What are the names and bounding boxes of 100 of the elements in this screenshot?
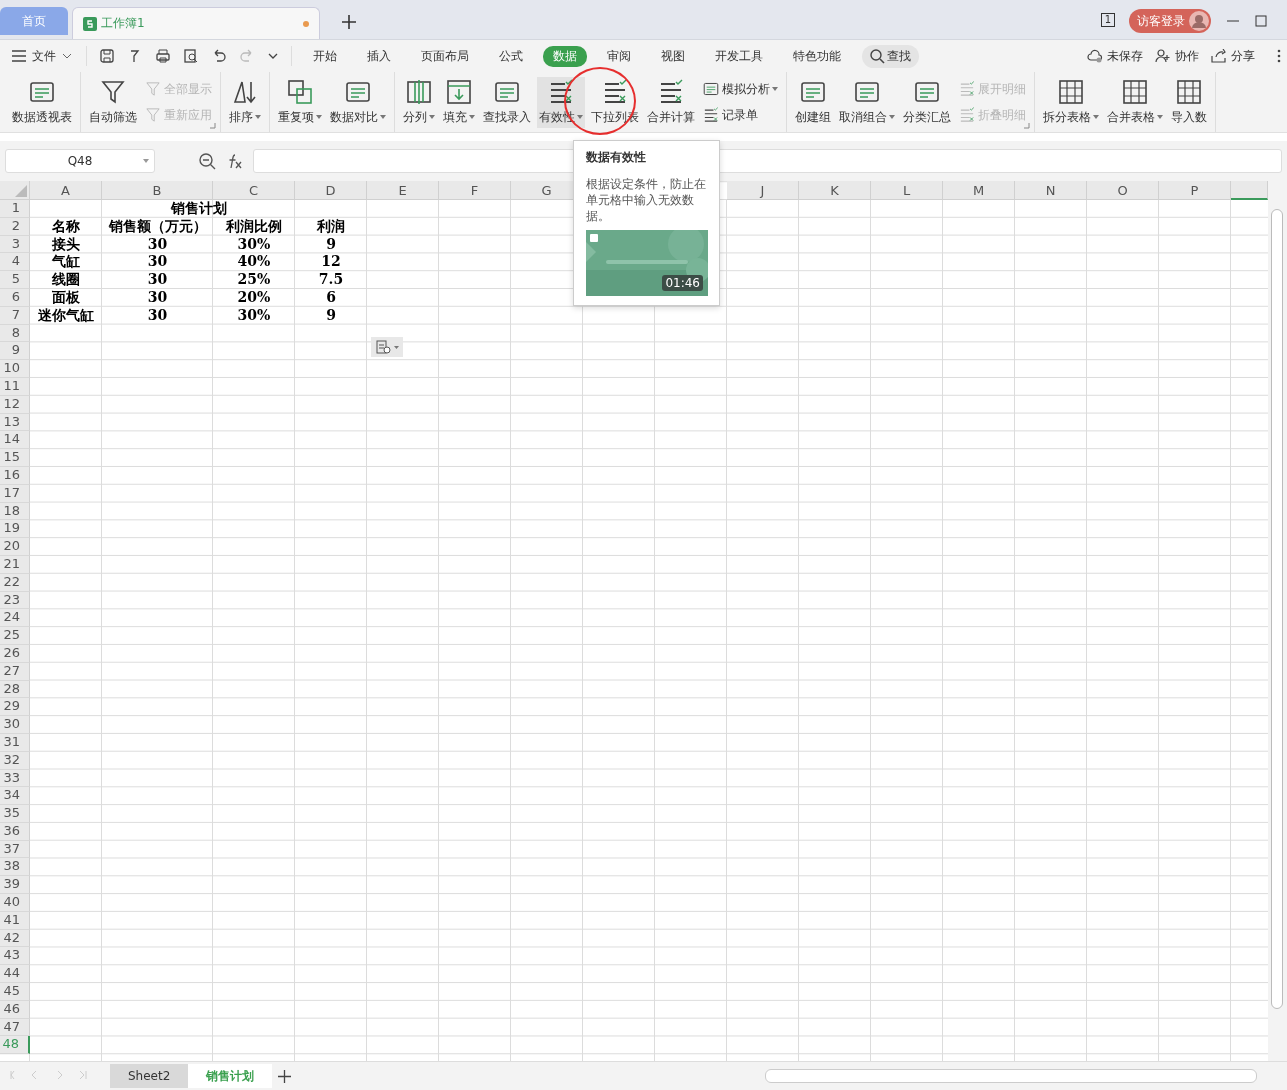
menu-icon: [12, 50, 26, 62]
row-header[interactable]: 38: [0, 858, 30, 877]
column-header[interactable]: L: [871, 181, 943, 200]
row-header[interactable]: 30: [0, 716, 30, 734]
name-box[interactable]: Q48: [5, 149, 155, 173]
row-header[interactable]: 29: [0, 698, 30, 717]
login-button[interactable]: 访客登录: [1129, 9, 1211, 33]
ribbon-button[interactable]: 记录单: [701, 104, 780, 126]
table-cell-text: 利润: [316, 217, 346, 236]
column-header[interactable]: N: [1015, 181, 1087, 200]
ribbon-tab[interactable]: 视图: [651, 45, 695, 67]
add-sheet-icon[interactable]: [278, 1069, 292, 1083]
row-header[interactable]: 20: [0, 538, 30, 556]
row-header[interactable]: 43: [0, 947, 30, 966]
file-menu[interactable]: 文件: [12, 47, 78, 65]
ribbon-button[interactable]: 导入数: [1169, 76, 1209, 128]
ribbon-tab[interactable]: 公式: [489, 45, 533, 67]
column-header[interactable]: D: [295, 181, 367, 200]
table-cell-text: 迷你气缸: [37, 306, 95, 325]
row-header[interactable]: 19: [0, 520, 30, 539]
ribbon-tab[interactable]: 插入: [357, 45, 401, 67]
ribbon-tab[interactable]: 开始: [303, 45, 347, 67]
column-header[interactable]: J: [727, 181, 799, 200]
ribbon-tab[interactable]: 数据: [543, 45, 587, 67]
table-cell-text: 6: [325, 289, 337, 307]
column-header[interactable]: [1231, 181, 1268, 200]
row-header[interactable]: 5: [0, 271, 30, 289]
row-header[interactable]: 4: [0, 253, 30, 272]
list-icon: [658, 78, 684, 105]
column-header[interactable]: O: [1087, 181, 1159, 200]
ribbon-button[interactable]: 创建组: [793, 76, 833, 128]
sheet-tab[interactable]: Sheet2: [110, 1064, 189, 1088]
zoom-icon[interactable]: [199, 152, 216, 170]
tooltip-text: 根据设定条件，防止在单元格中输入无效数据。: [586, 176, 707, 224]
row-header[interactable]: 15: [0, 449, 30, 467]
row-header[interactable]: 14: [0, 431, 30, 450]
row-header[interactable]: 25: [0, 627, 30, 645]
ribbon-button[interactable]: 合并表格: [1105, 76, 1165, 128]
vertical-scrollbar[interactable]: [1268, 181, 1287, 1061]
document-tab[interactable]: 工作簿1: [72, 7, 320, 39]
column-header[interactable]: P: [1159, 181, 1231, 200]
print-icon[interactable]: [155, 48, 171, 64]
ribbon-button[interactable]: 排序: [227, 76, 263, 128]
caret-icon: [429, 115, 435, 119]
column-header[interactable]: K: [799, 181, 871, 200]
row-header[interactable]: 34: [0, 787, 30, 806]
column-header[interactable]: C: [213, 181, 295, 200]
row-header[interactable]: 44: [0, 965, 30, 984]
ribbon-button[interactable]: 拆分表格: [1041, 76, 1101, 128]
row-header[interactable]: 35: [0, 805, 30, 823]
ribbon-button[interactable]: 模拟分析: [701, 78, 780, 100]
toolbar-action[interactable]: 协作: [1155, 47, 1199, 65]
scrollbar-thumb[interactable]: [1271, 209, 1283, 1009]
maximize-icon[interactable]: [1255, 15, 1267, 27]
toolbar-action[interactable]: 未保存: [1087, 47, 1143, 65]
column-header[interactable]: E: [367, 181, 439, 200]
row-header[interactable]: 24: [0, 609, 30, 628]
ribbon-button[interactable]: 查找录入: [481, 76, 533, 128]
row-header[interactable]: 10: [0, 360, 30, 378]
table-cell-text: 气缸: [51, 253, 81, 272]
table-cell-text: 7.5: [317, 271, 345, 289]
ribbon-button[interactable]: 数据对比: [328, 76, 388, 128]
ribbon-button[interactable]: 重复项: [276, 76, 324, 128]
ribbon-tab[interactable]: 开发工具: [705, 45, 773, 67]
more-icon[interactable]: [1277, 49, 1281, 63]
caret-icon: [316, 115, 322, 119]
ribbon-tab[interactable]: 页面布局: [411, 45, 479, 67]
caret-icon: [255, 115, 261, 119]
caret-icon: [889, 115, 895, 119]
window-count[interactable]: 1: [1100, 13, 1115, 27]
column-header[interactable]: F: [439, 181, 511, 200]
toolbar-action[interactable]: 分享: [1211, 47, 1255, 65]
column-header[interactable]: M: [943, 181, 1015, 200]
ribbon-button[interactable]: 分类汇总: [901, 76, 953, 128]
caret-icon: [1157, 115, 1163, 119]
column-header[interactable]: B: [102, 181, 213, 200]
new-tab-icon[interactable]: [342, 15, 356, 29]
ribbon-button[interactable]: 自动筛选: [87, 76, 139, 128]
ribbon-button[interactable]: 分列: [401, 76, 437, 128]
row-header[interactable]: 45: [0, 983, 30, 1001]
row-header[interactable]: 39: [0, 876, 30, 895]
ribbon-button[interactable]: 数据透视表: [10, 76, 74, 128]
column-header[interactable]: A: [30, 181, 102, 200]
ribbon-button[interactable]: 取消组合: [837, 76, 897, 128]
search-button[interactable]: 查找: [862, 44, 919, 68]
ribbon-button[interactable]: 合并计算: [645, 76, 697, 128]
chevron-icon: [62, 53, 72, 59]
ribbon-tab[interactable]: 审阅: [597, 45, 641, 67]
row-header[interactable]: 1: [0, 200, 30, 218]
row-header[interactable]: 40: [0, 894, 30, 912]
ribbon-tab[interactable]: 特色功能: [783, 45, 851, 67]
row-header[interactable]: 9: [0, 342, 30, 361]
save-icon[interactable]: [99, 48, 115, 64]
paste-options-icon[interactable]: [371, 337, 403, 357]
table-cell-text: 销售计划: [169, 200, 228, 218]
ribbon-button[interactable]: 填充: [441, 76, 477, 128]
sheet-tab[interactable]: 销售计划: [188, 1064, 273, 1088]
horizontal-scrollbar[interactable]: [765, 1069, 1257, 1083]
caret-icon: [469, 115, 475, 119]
print-preview-icon[interactable]: [183, 48, 199, 64]
